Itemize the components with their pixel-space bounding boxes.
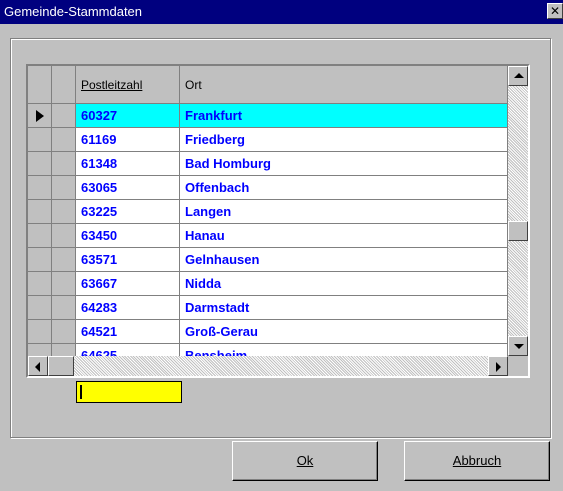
close-button[interactable]: ✕ [547,3,563,19]
title-bar: Gemeinde-Stammdaten ✕ [0,0,563,24]
ok-button-label: Ok [296,453,314,468]
table-row[interactable]: 63571 Gelnhausen [28,248,508,272]
cell-ort[interactable]: Offenbach [180,176,508,200]
row-selector[interactable] [52,248,76,272]
row-indicator[interactable] [28,272,52,296]
row-indicator[interactable] [28,176,52,200]
row-indicator[interactable] [28,104,52,128]
cancel-button-label: Abbruch [452,453,502,468]
row-indicator[interactable] [28,200,52,224]
cell-ort[interactable]: Bad Homburg [180,152,508,176]
table-row[interactable]: 64283 Darmstadt [28,296,508,320]
cell-ort[interactable]: Friedberg [180,128,508,152]
cell-ort[interactable]: Frankfurt [180,104,508,128]
cell-postleitzahl[interactable]: 63667 [76,272,180,296]
row-selector[interactable] [52,152,76,176]
row-indicator[interactable] [28,152,52,176]
table-row[interactable]: 61348 Bad Homburg [28,152,508,176]
table-row[interactable]: 61169 Friedberg [28,128,508,152]
cell-postleitzahl[interactable]: 63450 [76,224,180,248]
table-row[interactable]: 63450 Hanau [28,224,508,248]
cell-postleitzahl[interactable]: 63065 [76,176,180,200]
row-indicator[interactable] [28,320,52,344]
arrow-left-icon [35,362,40,372]
cell-ort[interactable]: Darmstadt [180,296,508,320]
ok-button[interactable]: Ok [232,441,378,481]
row-selector[interactable] [52,320,76,344]
vertical-scroll-thumb[interactable] [508,221,528,241]
grid-header: Postleitzahl Ort [28,66,508,104]
dialog-body: Postleitzahl Ort 60327 Frankfurt 61169 Frie… [0,24,563,491]
row-selector[interactable] [52,176,76,200]
row-selector[interactable] [52,200,76,224]
column-header-ort[interactable]: Ort [180,66,508,104]
cell-ort[interactable]: Gelnhausen [180,248,508,272]
scroll-down-button[interactable] [508,336,528,356]
cell-postleitzahl[interactable]: 61169 [76,128,180,152]
row-indicator[interactable] [28,296,52,320]
cancel-button[interactable]: Abbruch [404,441,550,481]
row-indicator[interactable] [28,128,52,152]
table-row[interactable]: 60327 Frankfurt [28,104,508,128]
table-row[interactable]: 64521 Groß-Gerau [28,320,508,344]
horizontal-scroll-thumb[interactable] [48,356,74,376]
arrow-down-icon [514,344,524,349]
table-row[interactable]: 63225 Langen [28,200,508,224]
current-row-pointer-icon [36,110,44,122]
cell-postleitzahl[interactable]: 64283 [76,296,180,320]
header-indicator-cell [28,66,52,104]
scroll-right-button[interactable] [488,356,508,376]
table-row[interactable]: 63667 Nidda [28,272,508,296]
cell-postleitzahl[interactable]: 61348 [76,152,180,176]
arrow-right-icon [496,362,501,372]
row-selector[interactable] [52,272,76,296]
arrow-up-icon [514,73,524,78]
data-grid[interactable]: Postleitzahl Ort 60327 Frankfurt 61169 Frie… [26,64,530,378]
horizontal-scrollbar[interactable] [28,356,508,376]
column-header-postleitzahl[interactable]: Postleitzahl [76,66,180,104]
cell-postleitzahl[interactable]: 63571 [76,248,180,272]
row-selector[interactable] [52,128,76,152]
cell-ort[interactable]: Nidda [180,272,508,296]
row-selector[interactable] [52,104,76,128]
row-indicator[interactable] [28,224,52,248]
text-caret [80,385,82,399]
row-selector[interactable] [52,296,76,320]
scrollbar-corner [508,356,528,376]
vertical-scrollbar[interactable] [508,66,528,356]
cell-postleitzahl[interactable]: 63225 [76,200,180,224]
header-blank-cell [52,66,76,104]
cell-postleitzahl[interactable]: 60327 [76,104,180,128]
table-row[interactable]: 63065 Offenbach [28,176,508,200]
scroll-up-button[interactable] [508,66,528,86]
cell-ort[interactable]: Groß-Gerau [180,320,508,344]
row-indicator[interactable] [28,248,52,272]
cell-ort[interactable]: Hanau [180,224,508,248]
cell-postleitzahl[interactable]: 64521 [76,320,180,344]
row-selector[interactable] [52,224,76,248]
filter-input[interactable] [76,381,182,403]
window-title: Gemeinde-Stammdaten [4,4,143,19]
cell-ort[interactable]: Langen [180,200,508,224]
scroll-left-button[interactable] [28,356,48,376]
